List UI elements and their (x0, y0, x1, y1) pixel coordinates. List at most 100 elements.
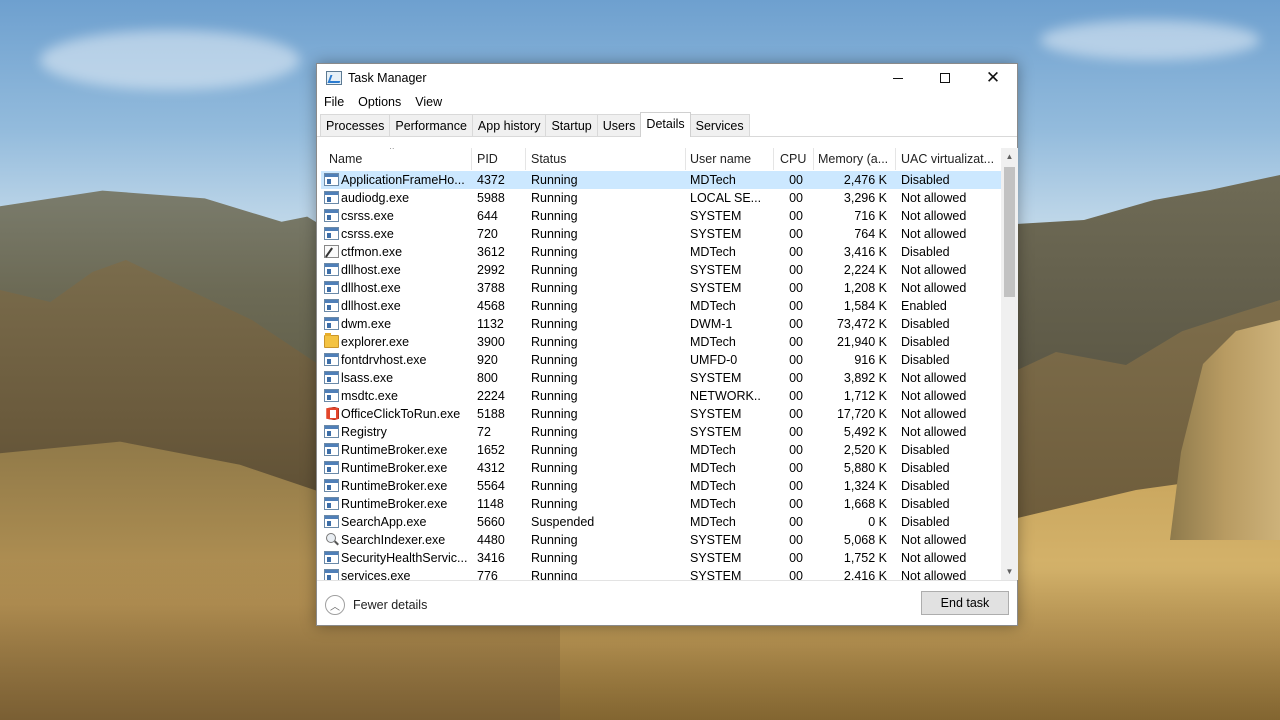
process-exe-icon (324, 497, 339, 510)
column-header-cpu[interactable]: CPU (780, 152, 810, 166)
table-row[interactable]: RuntimeBroker.exe 1652 Running MDTech 00 2,52… (321, 441, 1001, 459)
process-exe-icon (324, 425, 339, 438)
table-row[interactable]: dllhost.exe 2992 Running SYSTEM 00 2,224 K Not… (321, 261, 1001, 279)
cell-memory: 73,472 K (836, 317, 887, 331)
table-row[interactable]: explorer.exe 3900 Running MDTech 00 21,940 K D… (321, 333, 1001, 351)
cell-status: Running (531, 245, 578, 259)
end-task-button[interactable]: End task (921, 591, 1009, 615)
cell-pid: 3612 (477, 245, 505, 259)
cell-memory: 916 K (854, 353, 887, 367)
cell-user-name: SYSTEM (690, 407, 742, 421)
title-bar[interactable]: Task Manager ✕ (317, 64, 1017, 92)
column-divider[interactable] (895, 148, 896, 170)
column-divider[interactable] (525, 148, 526, 170)
fewer-details-button[interactable]: ︿ Fewer details (325, 595, 427, 615)
cell-user-name: UMFD-0 (690, 353, 738, 367)
tab-services[interactable]: Services (689, 114, 750, 137)
cell-memory: 1,324 K (843, 479, 887, 493)
cell-memory: 0 K (868, 515, 887, 529)
cell-memory: 2,416 K (843, 569, 887, 580)
cell-name: msdtc.exe (341, 389, 398, 403)
cell-user-name: SYSTEM (690, 569, 742, 580)
column-header-memory[interactable]: Memory (a... (818, 152, 893, 166)
cell-cpu: 00 (789, 209, 803, 223)
cell-cpu: 00 (789, 479, 803, 493)
vertical-scrollbar[interactable]: ▲ ▼ (1001, 148, 1018, 580)
table-row[interactable]: SearchApp.exe 5660 Suspended MDTech 00 0 K Dis… (321, 513, 1001, 531)
cell-status: Suspended (531, 515, 595, 529)
tab-users[interactable]: Users (596, 114, 642, 137)
cell-memory: 1,584 K (843, 299, 887, 313)
column-divider[interactable] (685, 148, 686, 170)
scrollbar-thumb[interactable] (1004, 167, 1015, 297)
cell-memory: 716 K (854, 209, 887, 223)
process-exe-icon (324, 389, 339, 402)
cell-pid: 4312 (477, 461, 505, 475)
column-divider[interactable] (813, 148, 814, 170)
tab-app-history[interactable]: App history (471, 114, 547, 137)
cell-uac-virtualization: Not allowed (901, 425, 967, 439)
column-divider[interactable] (773, 148, 774, 170)
cell-cpu: 00 (789, 497, 803, 511)
scroll-up-arrow-icon[interactable]: ▲ (1001, 148, 1018, 165)
table-row[interactable]: SecurityHealthServic... 3416 Running SYSTEM… (321, 549, 1001, 567)
process-exe-icon (324, 371, 339, 384)
cell-name: RuntimeBroker.exe (341, 479, 448, 493)
cell-pid: 4568 (477, 299, 505, 313)
menu-options[interactable]: Options (351, 92, 408, 112)
tab-performance[interactable]: Performance (389, 114, 473, 137)
table-row[interactable]: csrss.exe 720 Running SYSTEM 00 764 K Not allo… (321, 225, 1001, 243)
cell-name: dllhost.exe (341, 263, 401, 277)
cell-status: Running (531, 443, 578, 457)
close-button[interactable]: ✕ (970, 64, 1016, 92)
table-row[interactable]: audiodg.exe 5988 Running LOCAL SE... 00 3,296… (321, 189, 1001, 207)
column-header-user-name[interactable]: User name (690, 152, 770, 166)
cell-name: explorer.exe (341, 335, 410, 349)
cell-pid: 72 (477, 425, 491, 439)
cell-uac-virtualization: Disabled (901, 497, 950, 511)
tab-details[interactable]: Details (640, 112, 691, 137)
cell-pid: 4372 (477, 173, 505, 187)
table-row[interactable]: dllhost.exe 4568 Running MDTech 00 1,584 K Ena… (321, 297, 1001, 315)
column-header-pid[interactable]: PID (477, 152, 525, 166)
process-exe-icon (324, 353, 339, 366)
tab-processes[interactable]: Processes (320, 114, 391, 137)
column-header-status[interactable]: Status (531, 152, 681, 166)
table-row[interactable]: dllhost.exe 3788 Running SYSTEM 00 1,208 K Not… (321, 279, 1001, 297)
table-row[interactable]: ApplicationFrameHo... 4372 Running MDTech 00… (321, 171, 1001, 189)
cell-pid: 920 (477, 353, 498, 367)
table-row[interactable]: RuntimeBroker.exe 1148 Running MDTech 00 1,66… (321, 495, 1001, 513)
cell-pid: 5564 (477, 479, 505, 493)
table-row[interactable]: SearchIndexer.exe 4480 Running SYSTEM 00 5,06… (321, 531, 1001, 549)
cell-uac-virtualization: Disabled (901, 317, 950, 331)
table-row[interactable]: OfficeClickToRun.exe 5188 Running SYSTEM 00 1… (321, 405, 1001, 423)
column-header-name[interactable]: Name (329, 152, 469, 166)
table-row[interactable]: RuntimeBroker.exe 5564 Running MDTech 00 1,32… (321, 477, 1001, 495)
table-row[interactable]: msdtc.exe 2224 Running NETWORK... 00 1,712 K N… (321, 387, 1001, 405)
table-row[interactable]: RuntimeBroker.exe 4312 Running MDTech 00 5,88… (321, 459, 1001, 477)
minimize-button[interactable] (875, 64, 921, 92)
chevron-up-icon: ︿ (325, 595, 345, 615)
table-row[interactable]: lsass.exe 800 Running SYSTEM 00 3,892 K Not al… (321, 369, 1001, 387)
cell-name: ctfmon.exe (341, 245, 403, 259)
cell-status: Running (531, 317, 578, 331)
cell-pid: 800 (477, 371, 498, 385)
menu-file[interactable]: File (317, 92, 351, 112)
table-row[interactable]: fontdrvhost.exe 920 Running UMFD-0 00 916 K Di… (321, 351, 1001, 369)
cell-user-name: MDTech (690, 461, 736, 475)
cell-memory: 3,416 K (843, 245, 887, 259)
column-divider[interactable] (471, 148, 472, 170)
table-row[interactable]: dwm.exe 1132 Running DWM-1 00 73,472 K Disable… (321, 315, 1001, 333)
table-row[interactable]: csrss.exe 644 Running SYSTEM 00 716 K Not allo… (321, 207, 1001, 225)
scroll-down-arrow-icon[interactable]: ▼ (1001, 563, 1018, 580)
column-header-uac-virtualization[interactable]: UAC virtualizat... (901, 152, 1001, 166)
cell-pid: 2992 (477, 263, 505, 277)
process-exe-icon (324, 299, 339, 312)
table-row[interactable]: ctfmon.exe 3612 Running MDTech 00 3,416 K Disa… (321, 243, 1001, 261)
table-row[interactable]: services.exe 776 Running SYSTEM 00 2,416 K Not… (321, 567, 1001, 580)
menu-view[interactable]: View (408, 92, 449, 112)
table-row[interactable]: Registry 72 Running SYSTEM 00 5,492 K Not allo… (321, 423, 1001, 441)
maximize-button[interactable] (922, 64, 968, 92)
cell-pid: 3900 (477, 335, 505, 349)
tab-startup[interactable]: Startup (545, 114, 598, 137)
